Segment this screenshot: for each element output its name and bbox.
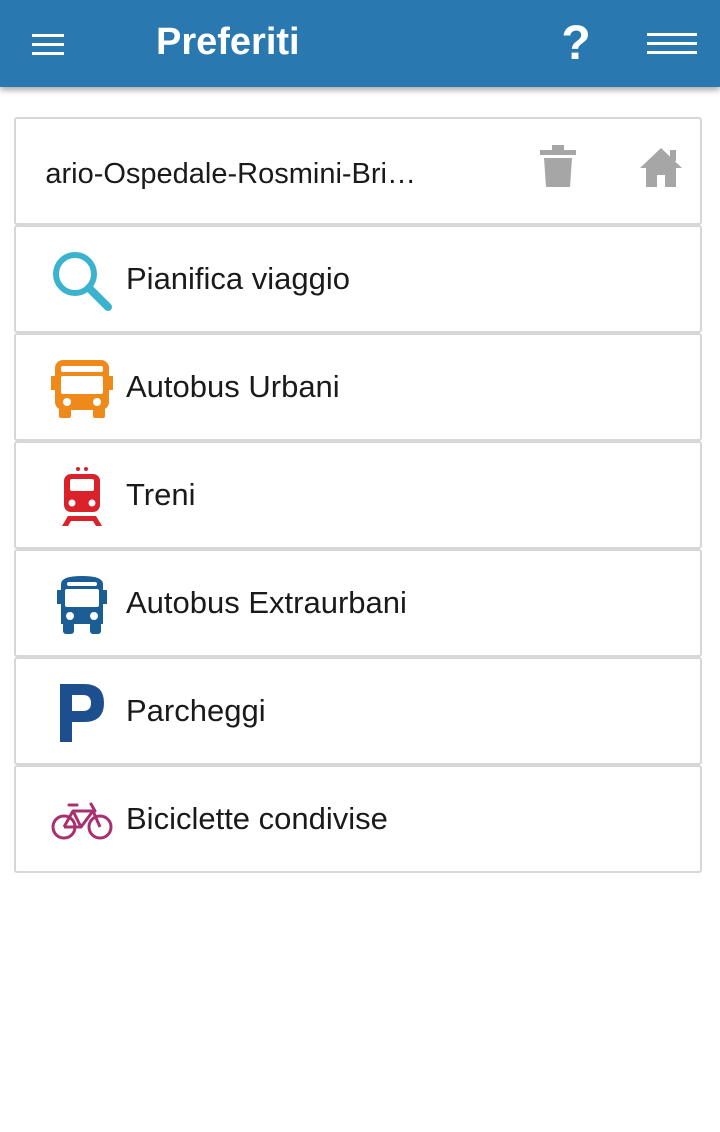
train-icon [62,467,102,526]
bus-icon [51,360,113,418]
menu-item-extraurban-bus[interactable]: Autobus Extraurbani [14,549,702,657]
menu-item-urban-bus[interactable]: Autobus Urbani [14,333,702,441]
menu-button[interactable] [20,0,76,87]
menu-item-label: Pianifica viaggio [126,261,351,296]
menu-item-label: Biciclette condivise [126,801,388,836]
menu-item-label: Autobus Urbani [126,369,340,404]
menu-item-label: Parcheggi [126,693,266,728]
bicycle-icon [51,802,113,840]
search-icon [53,252,112,311]
menu-item-parking[interactable]: Parcheggi [14,657,702,765]
help-button[interactable]: ? [548,0,604,87]
favorites-list: ario-Ospedale-Rosmini-Bri… Pianifica via… [14,117,702,873]
favorite-item[interactable]: ario-Ospedale-Rosmini-Bri… [14,117,702,225]
menu-item-label: Autobus Extraurbani [126,585,407,620]
page-title: Preferiti [156,21,300,63]
overflow-menu-button[interactable] [640,0,704,87]
bus-icon [57,576,107,634]
trash-icon[interactable] [536,145,580,189]
app-bar: Preferiti ? [0,0,720,87]
home-icon[interactable] [638,145,684,189]
parking-icon [60,684,104,742]
menu-item-trains[interactable]: Treni [14,441,702,549]
hamburger-icon [32,33,64,55]
menu-item-label: Treni [126,477,196,512]
menu-item-plan-trip[interactable]: Pianifica viaggio [14,225,702,333]
menu-item-bike-sharing[interactable]: Biciclette condivise [14,765,702,873]
overflow-menu-icon [647,32,697,54]
help-icon: ? [561,16,591,70]
favorite-item-label: ario-Ospedale-Rosmini-Bri… [45,158,416,190]
